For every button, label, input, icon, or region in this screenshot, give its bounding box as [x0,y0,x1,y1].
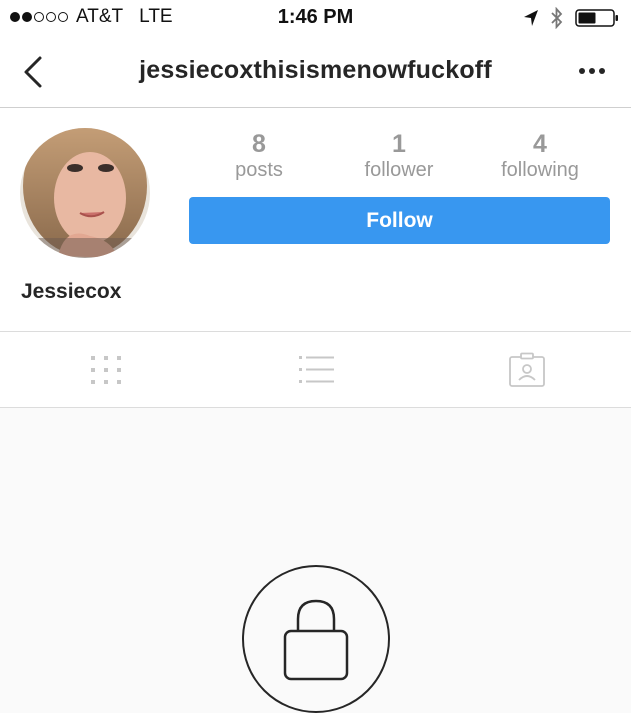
avatar[interactable] [20,128,150,258]
location-arrow-icon [524,10,538,26]
private-account-badge [242,565,390,713]
followers-count-label: follower [364,159,434,181]
posts-count-value: 8 [252,130,266,158]
lock-icon [283,599,349,681]
profile-handle-title: jessiecoxthisismenowfuckoff [139,56,492,84]
navigation-bar: jessiecoxthisismenowfuckoff [0,36,631,108]
followers-count-value: 1 [392,130,406,158]
more-options-icon[interactable] [579,68,605,74]
following-count-value: 4 [533,130,547,158]
grid-icon[interactable] [86,352,126,388]
follow-button[interactable]: Follow [189,197,610,244]
profile-view-tabs [0,332,631,408]
following-count-label: following [501,159,579,181]
posts-count-label: posts [235,159,283,181]
tagged-photos-icon[interactable] [507,352,547,388]
followers-count[interactable]: 1 follower [329,130,469,182]
status-bar: AT&T LTE 1:46 PM [0,0,631,36]
following-count[interactable]: 4 following [470,130,610,182]
posts-count[interactable]: 8 posts [189,130,329,182]
profile-display-name: Jessiecox [21,280,122,303]
battery-icon [575,9,618,27]
list-icon[interactable] [297,352,337,388]
bluetooth-icon [551,7,563,29]
profile-header: 8 posts 1 follower 4 following Follow Je… [0,108,631,332]
